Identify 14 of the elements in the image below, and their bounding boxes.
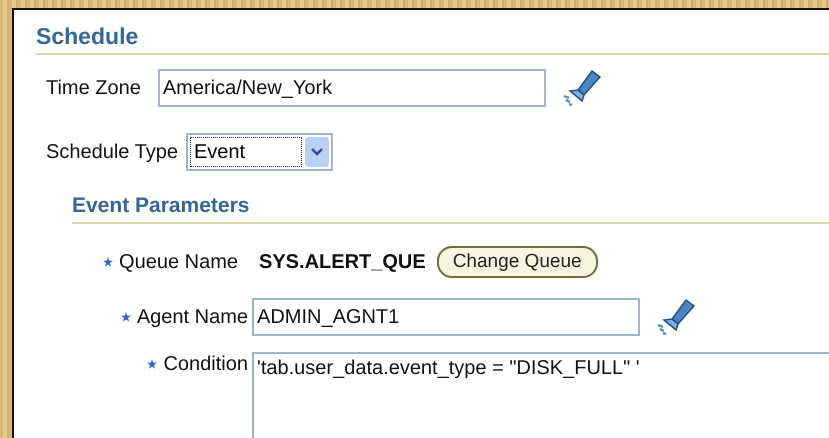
- time-zone-field[interactable]: America/New_York: [158, 69, 546, 107]
- subsection-title: Event Parameters: [72, 193, 250, 219]
- field-label: Queue Name: [119, 250, 238, 274]
- schedule-type-dropdown[interactable]: Event: [186, 133, 333, 171]
- caret-icon: [304, 137, 329, 167]
- agent-name-field[interactable]: ADMIN_AGNT1: [252, 298, 640, 336]
- condition-textarea[interactable]: 'tab.user_data.event_type = "DISK_FULL" ': [252, 352, 829, 438]
- field-label: Time Zone: [46, 76, 141, 100]
- queue-name-value: SYS.ALERT_QUE: [259, 250, 426, 274]
- field-label: Agent Name: [136, 306, 248, 328]
- change-queue-button[interactable]: Change Queue: [436, 246, 598, 278]
- field-label: Condition: [163, 352, 248, 376]
- section-title: Schedule: [36, 22, 140, 50]
- field-label: Schedule Type: [46, 140, 178, 164]
